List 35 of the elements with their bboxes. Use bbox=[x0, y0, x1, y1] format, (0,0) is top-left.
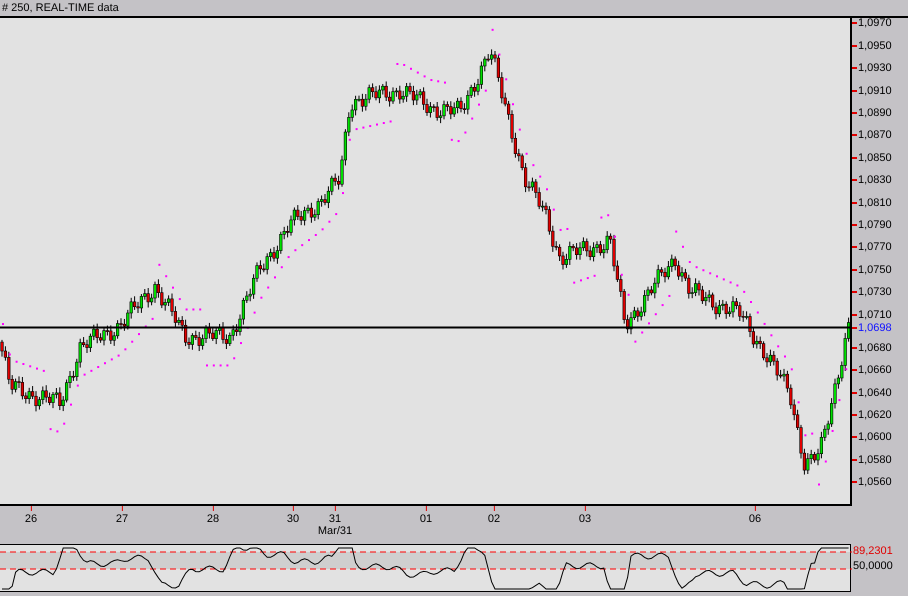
price-tick-label: 1,0580 bbox=[858, 454, 892, 466]
price-tick-label: 1,0870 bbox=[858, 129, 892, 141]
price-tick-label: 1,0830 bbox=[858, 174, 892, 186]
price-tick-label: 1,0950 bbox=[858, 40, 892, 52]
price-tick-label: 1,0810 bbox=[858, 197, 892, 209]
date-tick-label: 26 bbox=[24, 513, 38, 525]
date-tick-label: 30 bbox=[286, 513, 300, 525]
date-tick-label: 06 bbox=[748, 513, 762, 525]
price-tick-label: 1,0680 bbox=[858, 342, 892, 354]
price-tick-label: 1,0910 bbox=[858, 85, 892, 97]
price-tick-label: 1,0560 bbox=[858, 476, 892, 488]
price-tick-label: 1,0750 bbox=[858, 264, 892, 276]
price-tick-label: 1,0770 bbox=[858, 241, 892, 253]
date-tick-label: 28 bbox=[206, 513, 220, 525]
date-tick-label: 03 bbox=[578, 513, 592, 525]
price-tick-label: 1,0620 bbox=[858, 409, 892, 421]
price-tick-label: 1,0640 bbox=[858, 387, 892, 399]
date-tick-label: 01 bbox=[420, 513, 432, 525]
window-title: # 250, REAL-TIME data bbox=[2, 2, 119, 14]
month-label: Mar/31 bbox=[318, 525, 352, 537]
price-tick-label: 1,0660 bbox=[858, 364, 892, 376]
middle-level-label: 50,0000 bbox=[853, 560, 893, 572]
price-tick-label: 1,0730 bbox=[858, 286, 892, 298]
price-tick-label: 1,0890 bbox=[858, 107, 892, 119]
date-tick-label: 27 bbox=[116, 513, 128, 525]
upper-level-label: 89,2301 bbox=[853, 545, 893, 557]
price-tick-label: 1,0710 bbox=[858, 309, 892, 321]
price-tick-label: 1,0970 bbox=[858, 17, 892, 29]
date-tick-label: 31 bbox=[328, 513, 342, 525]
date-tick-label: 02 bbox=[488, 513, 500, 525]
current-price-label: 1,0698 bbox=[858, 322, 892, 334]
price-tick-label: 1,0850 bbox=[858, 152, 892, 164]
price-tick-label: 1,0600 bbox=[858, 431, 892, 443]
price-tick-label: 1,0930 bbox=[858, 62, 892, 74]
price-tick-label: 1,0790 bbox=[858, 219, 892, 231]
